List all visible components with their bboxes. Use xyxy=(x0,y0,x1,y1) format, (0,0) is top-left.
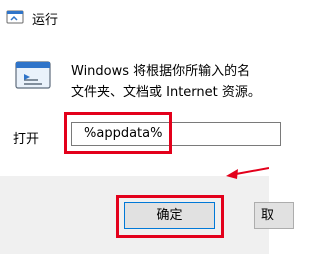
ok-highlight-box xyxy=(116,195,224,238)
window-title: 运行 xyxy=(32,13,59,28)
cancel-button[interactable]: 取 xyxy=(254,202,294,229)
description-line-1: Windows 将根据你所输入的名 xyxy=(71,64,251,79)
input-highlight-box xyxy=(64,112,172,154)
run-dialog-icon xyxy=(15,61,51,89)
dialog-content xyxy=(0,36,269,176)
open-label: 打开 xyxy=(13,132,40,147)
description-line-2: 文件夹、文档或 Internet 资源。 xyxy=(71,85,261,100)
title-bar: 运行 xyxy=(0,0,269,36)
run-icon xyxy=(6,10,24,24)
